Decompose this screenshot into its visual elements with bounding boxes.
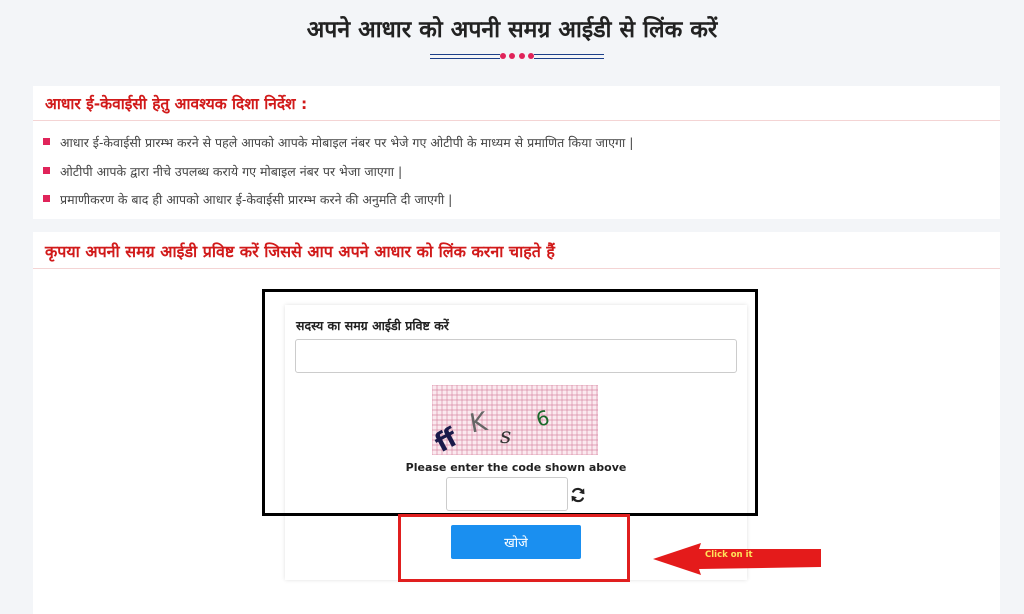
guidelines-card: आधार ई-केवाईसी हेतु आवश्यक दिशा निर्देश … [33, 86, 1000, 219]
bullet-square-icon [43, 167, 50, 174]
guideline-item: ओटीपी आपके द्वारा नीचे उपलब्ध कराये गए म… [43, 163, 402, 180]
guideline-item: प्रमाणीकरण के बाद ही आपको आधार ई-केवाईसी… [43, 191, 452, 208]
bullet-square-icon [43, 195, 50, 202]
page-title: अपने आधार को अपनी समग्र आईडी से लिंक करे… [306, 17, 718, 43]
highlight-frame-red [398, 514, 630, 582]
guidelines-heading: आधार ई-केवाईसी हेतु आवश्यक दिशा निर्देश … [45, 95, 308, 113]
guideline-item: आधार ई-केवाईसी प्रारम्भ करने से पहले आपक… [43, 134, 633, 151]
bullet-square-icon [43, 138, 50, 145]
title-ornament [430, 50, 604, 64]
highlight-frame-black [262, 289, 758, 516]
annotation-text: Click on it [705, 550, 753, 560]
form-heading: कृपया अपनी समग्र आईडी प्रविष्ट करें जिसस… [45, 242, 555, 261]
